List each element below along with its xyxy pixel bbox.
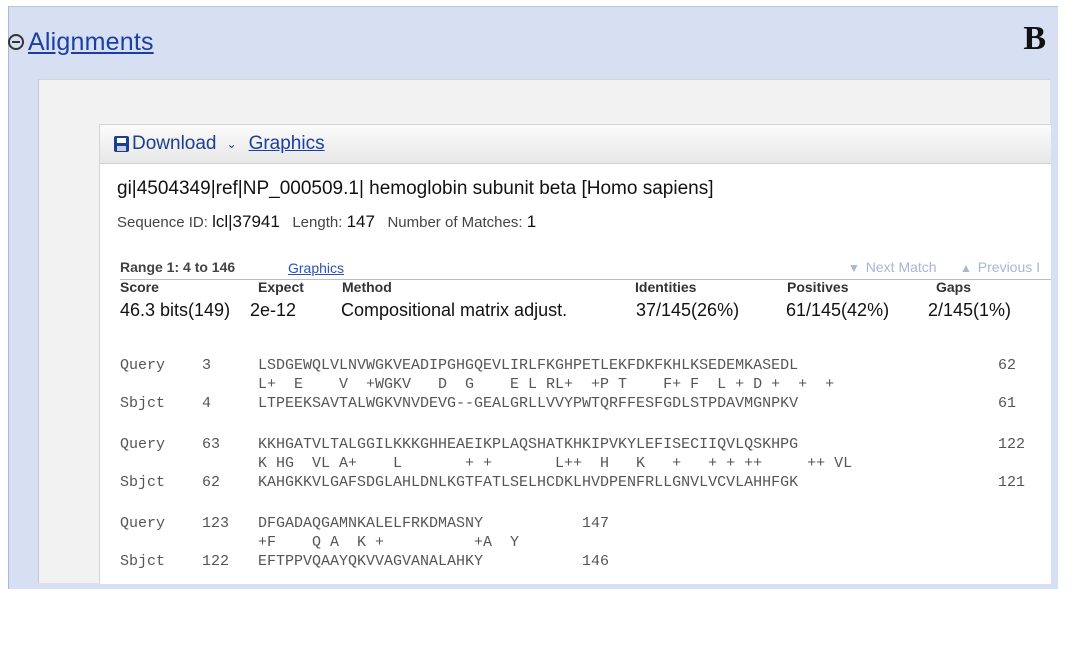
sbjct-start: 62 xyxy=(202,474,221,491)
hit-meta: Sequence ID: lcl|37941 Length: 147 Numbe… xyxy=(117,212,536,232)
query-start: 63 xyxy=(202,436,221,453)
query-end: 147 xyxy=(582,515,610,532)
stats-header-gaps: Gaps xyxy=(936,279,972,295)
sbjct-sequence: LTPEEKSAVTALWGKVNVDEVG--GEALGRLLVVYPWTQR… xyxy=(258,395,799,412)
sbjct-label: Sbjct xyxy=(120,553,166,570)
sbjct-sequence: KAHGKKVLGAFSDGLAHLDNLKGTFATLSELHCDKLHVDP… xyxy=(258,474,799,491)
query-label: Query xyxy=(120,515,166,532)
query-start: 123 xyxy=(202,515,230,532)
download-icon[interactable] xyxy=(114,136,129,152)
panel-letter: B xyxy=(1023,20,1046,57)
alignment-toolbar: Download ⌄ Graphics xyxy=(100,125,1051,164)
query-start: 3 xyxy=(202,357,212,374)
collapse-icon[interactable] xyxy=(8,34,24,50)
stats-value-identities: 37/145(26%) xyxy=(636,300,740,320)
sbjct-end: 61 xyxy=(998,395,1017,412)
sbjct-start: 122 xyxy=(202,553,230,570)
sbjct-label: Sbjct xyxy=(120,474,166,491)
stats-header-identities: Identities xyxy=(635,279,697,295)
stats-header-method: Method xyxy=(342,279,392,295)
query-end: 62 xyxy=(998,357,1017,374)
query-end: 122 xyxy=(998,436,1026,453)
stats-value-score: 46.3 bits(149) xyxy=(120,300,231,320)
alignments-title-link[interactable]: Alignments xyxy=(28,28,154,57)
range-graphics-link[interactable]: Graphics xyxy=(288,260,344,276)
stats-value-expect: 2e-12 xyxy=(250,300,297,320)
sbjct-label: Sbjct xyxy=(120,395,166,412)
stats-value-method: Compositional matrix adjust. xyxy=(341,300,568,320)
previous-match-label: Previous I xyxy=(977,259,1041,275)
seq-id-value: lcl|37941 xyxy=(212,212,280,231)
next-match-label: Next Match xyxy=(865,259,937,275)
matches-value: 1 xyxy=(526,212,537,231)
alignment-sbjct-line: Sbjct 122 EFTPPVQAAYQKVVAGVANALAHKY 146 xyxy=(120,553,609,655)
query-label: Query xyxy=(120,436,166,453)
stats-header-positives: Positives xyxy=(787,279,849,295)
range-row: Range 1: 4 to 146 Graphics ▼ Next Match … xyxy=(120,257,1051,280)
triangle-down-icon: ▼ xyxy=(848,261,860,275)
query-label: Query xyxy=(120,357,166,374)
next-match-link[interactable]: ▼ Next Match xyxy=(848,259,937,275)
triangle-up-icon: ▲ xyxy=(960,261,972,275)
length-value: 147 xyxy=(346,212,375,231)
midline-sequence: L+ E V +WGKV D G E L RL+ +P T F+ F L + D… xyxy=(258,376,835,393)
sbjct-end: 121 xyxy=(998,474,1026,491)
graphics-link[interactable]: Graphics xyxy=(249,133,325,155)
query-sequence: DFGADAQGAMNKALELFRKDMASNY xyxy=(258,515,484,532)
sbjct-start: 4 xyxy=(202,395,212,412)
matches-label: Number of Matches: xyxy=(387,214,523,231)
length-label: Length: xyxy=(292,214,343,231)
stats-header-score: Score xyxy=(120,279,159,295)
previous-match-link[interactable]: ▲ Previous I xyxy=(960,259,1040,275)
alignments-header: Alignments xyxy=(8,22,154,62)
download-button[interactable]: Download xyxy=(132,133,217,155)
alignment-card: Download ⌄ Graphics gi|4504349|ref|NP_00… xyxy=(99,124,1051,584)
query-sequence: LSDGEWQLVLNVWGKVEADIPGHGQEVLIRLFKGHPETLE… xyxy=(258,357,799,374)
sbjct-sequence: EFTPPVQAAYQKVVAGVANALAHKY xyxy=(258,553,484,570)
midline-sequence: K HG VL A+ L + + L++ H K + + + ++ ++ VL xyxy=(258,455,853,472)
seq-id-label: Sequence ID: xyxy=(117,214,208,231)
query-sequence: KKHGATVLTALGGILKKKGHHEAEIKPLAQSHATKHKIPV… xyxy=(258,436,799,453)
chevron-down-icon[interactable]: ⌄ xyxy=(227,137,237,151)
sbjct-end: 146 xyxy=(582,553,610,570)
stats-value-positives: 61/145(42%) xyxy=(786,300,890,320)
stats-header-expect: Expect xyxy=(258,279,304,295)
alignment-container: Download ⌄ Graphics gi|4504349|ref|NP_00… xyxy=(38,79,1051,584)
stats-value-gaps: 2/145(1%) xyxy=(928,300,1012,320)
midline-sequence: +F Q A K + +A Y xyxy=(258,534,520,551)
hit-title: gi|4504349|ref|NP_000509.1| hemoglobin s… xyxy=(117,178,714,199)
range-label: Range 1: 4 to 146 xyxy=(120,259,236,275)
